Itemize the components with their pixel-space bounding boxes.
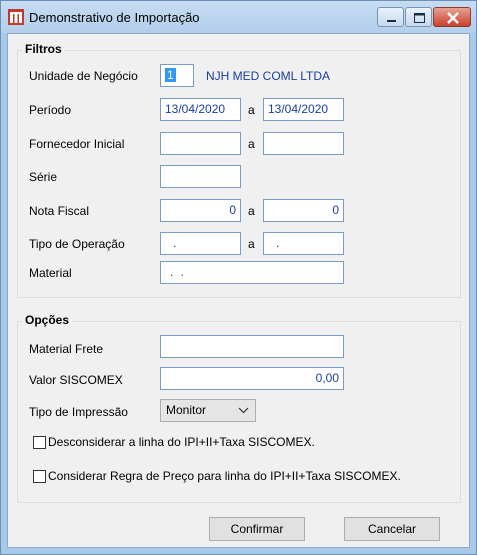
periodo-separator: a: [248, 103, 255, 117]
nota-fiscal-to-input[interactable]: 0: [263, 199, 344, 222]
window-title: Demonstrativo de Importação: [29, 10, 200, 25]
close-button[interactable]: [433, 7, 471, 27]
periodo-from-input[interactable]: 13/04/2020: [160, 98, 241, 121]
tipo-impressao-select[interactable]: Monitor: [160, 399, 256, 422]
tipo-operacao-to-input[interactable]: .: [263, 232, 344, 255]
fornecedor-from-input[interactable]: [160, 132, 241, 155]
material-frete-label: Material Frete: [29, 342, 104, 356]
unidade-value: 1: [165, 68, 176, 82]
confirmar-button[interactable]: Confirmar: [209, 517, 305, 541]
unidade-name: NJH MED COML LTDA: [206, 69, 331, 83]
desconsiderar-checkbox[interactable]: [33, 436, 46, 449]
valor-siscomex-input[interactable]: 0,00: [160, 367, 344, 390]
valor-siscomex-label: Valor SISCOMEX: [29, 373, 123, 387]
fornecedor-separator: a: [248, 137, 255, 151]
minimize-button[interactable]: [377, 7, 404, 27]
opcoes-title: Opções: [22, 313, 73, 327]
considerar-regra-label[interactable]: Considerar Regra de Preço para linha do …: [48, 469, 401, 483]
chevron-down-icon: [238, 407, 249, 414]
tipo-operacao-separator: a: [248, 237, 255, 251]
serie-label: Série: [29, 170, 58, 184]
nota-fiscal-label: Nota Fiscal: [29, 204, 90, 218]
material-label: Material: [29, 266, 72, 280]
nota-fiscal-from-input[interactable]: 0: [160, 199, 241, 222]
periodo-label: Período: [29, 103, 72, 117]
tipo-impressao-value: Monitor: [166, 403, 207, 417]
considerar-regra-checkbox[interactable]: [33, 470, 46, 483]
material-input[interactable]: . .: [160, 261, 344, 284]
tipo-operacao-from-input[interactable]: .: [160, 232, 241, 255]
serie-input[interactable]: [160, 165, 241, 188]
tipo-impressao-label: Tipo de Impressão: [29, 405, 128, 419]
nota-fiscal-separator: a: [248, 204, 255, 218]
fornecedor-to-input[interactable]: [263, 132, 344, 155]
desconsiderar-label[interactable]: Desconsiderar a linha do IPI+II+Taxa SIS…: [48, 435, 315, 449]
minimize-icon: [387, 20, 396, 22]
filtros-title: Filtros: [22, 42, 65, 56]
unidade-label: Unidade de Negócio: [29, 69, 138, 83]
periodo-to-input[interactable]: 13/04/2020: [263, 98, 344, 121]
material-frete-input[interactable]: [160, 335, 344, 358]
fornecedor-label: Fornecedor Inicial: [29, 137, 125, 151]
maximize-icon: [414, 13, 425, 23]
dialog-client-area: Filtros Unidade de Negócio 1 NJH MED COM…: [7, 33, 470, 548]
title-bar[interactable]: Demonstrativo de Importação: [1, 1, 476, 33]
app-icon: [8, 9, 24, 25]
close-icon: [447, 12, 459, 24]
maximize-button[interactable]: [405, 7, 432, 27]
cancelar-button[interactable]: Cancelar: [344, 517, 440, 541]
dialog-window: Demonstrativo de Importação Filtros Unid…: [0, 0, 477, 555]
unidade-input[interactable]: 1: [160, 64, 194, 87]
tipo-operacao-label: Tipo de Operação: [29, 237, 125, 251]
